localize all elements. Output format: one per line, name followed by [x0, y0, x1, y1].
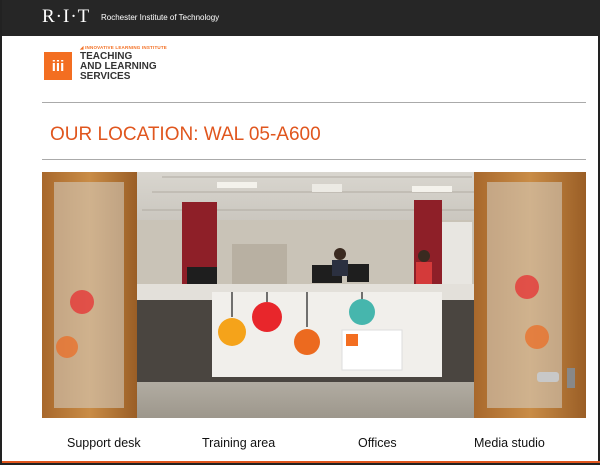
slide-title: OUR LOCATION: WAL 05-A600 — [50, 124, 321, 145]
rit-logo: R·I·T — [42, 6, 91, 27]
location-photo — [42, 172, 586, 418]
divider-title — [42, 159, 586, 160]
footer-accent-line — [2, 461, 600, 463]
caption-row: Support desk Training area Offices Media… — [42, 436, 586, 456]
tls-line-3: SERVICES — [80, 71, 131, 82]
divider-top — [42, 102, 586, 103]
caption-training-area: Training area — [202, 436, 276, 450]
caption-support-desk: Support desk — [67, 436, 141, 450]
slide: R·I·T Rochester Institute of Technology … — [0, 0, 600, 465]
institute-name: Rochester Institute of Technology — [101, 13, 220, 22]
caption-offices: Offices — [358, 436, 397, 450]
badge-text: iii — [51, 57, 65, 75]
tls-wordmark: TEACHING AND LEARNING SERVICES — [80, 52, 157, 82]
tls-logo-icon: iii — [44, 52, 72, 80]
caption-media-studio: Media studio — [474, 436, 545, 450]
top-bar: R·I·T Rochester Institute of Technology — [2, 0, 600, 36]
